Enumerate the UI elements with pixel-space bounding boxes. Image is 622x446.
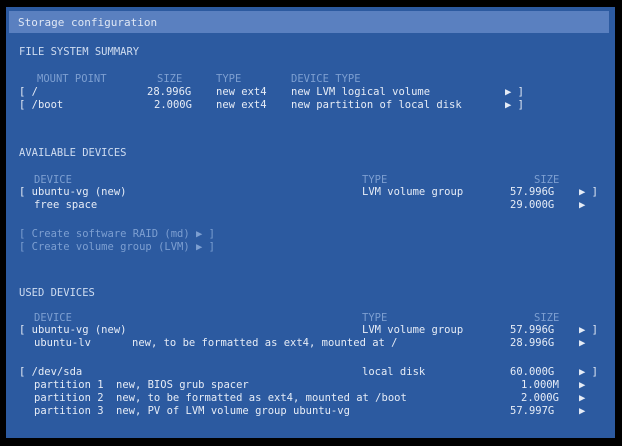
fs-type: new ext4 <box>216 86 267 98</box>
partition-name: partition 1 <box>34 379 104 391</box>
mount-point: [ /boot <box>19 99 64 111</box>
window-title: Storage configuration <box>18 16 158 29</box>
row-menu-button[interactable]: ▶ ] <box>579 186 598 198</box>
col-device: DEVICE <box>34 174 72 186</box>
row-menu-button[interactable]: ▶ <box>579 199 585 211</box>
size: 57.996G <box>510 324 555 336</box>
device-name: [ ubuntu-vg (new) <box>19 186 127 198</box>
available-devices-heading: AVAILABLE DEVICES <box>19 147 127 159</box>
col-device-type: DEVICE TYPE <box>291 73 361 85</box>
col-size: SIZE <box>534 312 560 324</box>
device-type: new partition of local disk <box>291 99 462 111</box>
row-menu-button[interactable]: ▶ ] <box>579 366 598 378</box>
row-menu-button[interactable]: ▶ <box>579 337 585 349</box>
device-type: LVM volume group <box>362 324 464 336</box>
device-name: free space <box>34 199 98 211</box>
col-type: TYPE <box>362 312 388 324</box>
create-raid-button[interactable]: [ Create software RAID (md) ▶ ] <box>19 228 215 240</box>
used-devices-heading: USED DEVICES <box>19 287 95 299</box>
row-menu-button[interactable]: ▶ <box>579 392 585 404</box>
fs-summary-heading: FILE SYSTEM SUMMARY <box>19 46 140 58</box>
partition-description: new, BIOS grub spacer <box>116 379 249 391</box>
device-type: local disk <box>362 366 426 378</box>
partition-description: new, to be formatted as ext4, mounted at… <box>116 392 407 404</box>
row-menu-button[interactable]: ▶ ] <box>505 99 524 111</box>
lv-name: ubuntu-lv <box>34 337 91 349</box>
col-type: TYPE <box>362 174 388 186</box>
mount-point: [ / <box>19 86 38 98</box>
size: 60.000G <box>510 366 555 378</box>
col-type: TYPE <box>216 73 242 85</box>
device-name: [ /dev/sda <box>19 366 83 378</box>
partition-name: partition 2 <box>34 392 104 404</box>
size: 28.996G <box>510 337 555 349</box>
row-menu-button[interactable]: ▶ ] <box>505 86 524 98</box>
partition-description: new, PV of LVM volume group ubuntu-vg <box>116 405 350 417</box>
device-name: [ ubuntu-vg (new) <box>19 324 127 336</box>
size: 2.000G <box>521 392 559 404</box>
partition-name: partition 3 <box>34 405 104 417</box>
fs-type: new ext4 <box>216 99 267 111</box>
size: 29.000G <box>510 199 555 211</box>
size: 28.996G <box>147 86 192 98</box>
col-size: SIZE <box>157 73 183 85</box>
row-menu-button[interactable]: ▶ <box>579 379 585 391</box>
device-type: new LVM logical volume <box>291 86 431 98</box>
lv-description: new, to be formatted as ext4, mounted at… <box>132 337 398 349</box>
size: 57.997G <box>510 405 555 417</box>
row-menu-button[interactable]: ▶ <box>579 405 585 417</box>
row-menu-button[interactable]: ▶ ] <box>579 324 598 336</box>
size: 57.996G <box>510 186 555 198</box>
col-size: SIZE <box>534 174 560 186</box>
col-mount-point: MOUNT POINT <box>37 73 107 85</box>
col-device: DEVICE <box>34 312 72 324</box>
device-type: LVM volume group <box>362 186 464 198</box>
create-volume-group-button[interactable]: [ Create volume group (LVM) ▶ ] <box>19 241 215 253</box>
size: 1.000M <box>521 379 559 391</box>
size: 2.000G <box>154 99 192 111</box>
